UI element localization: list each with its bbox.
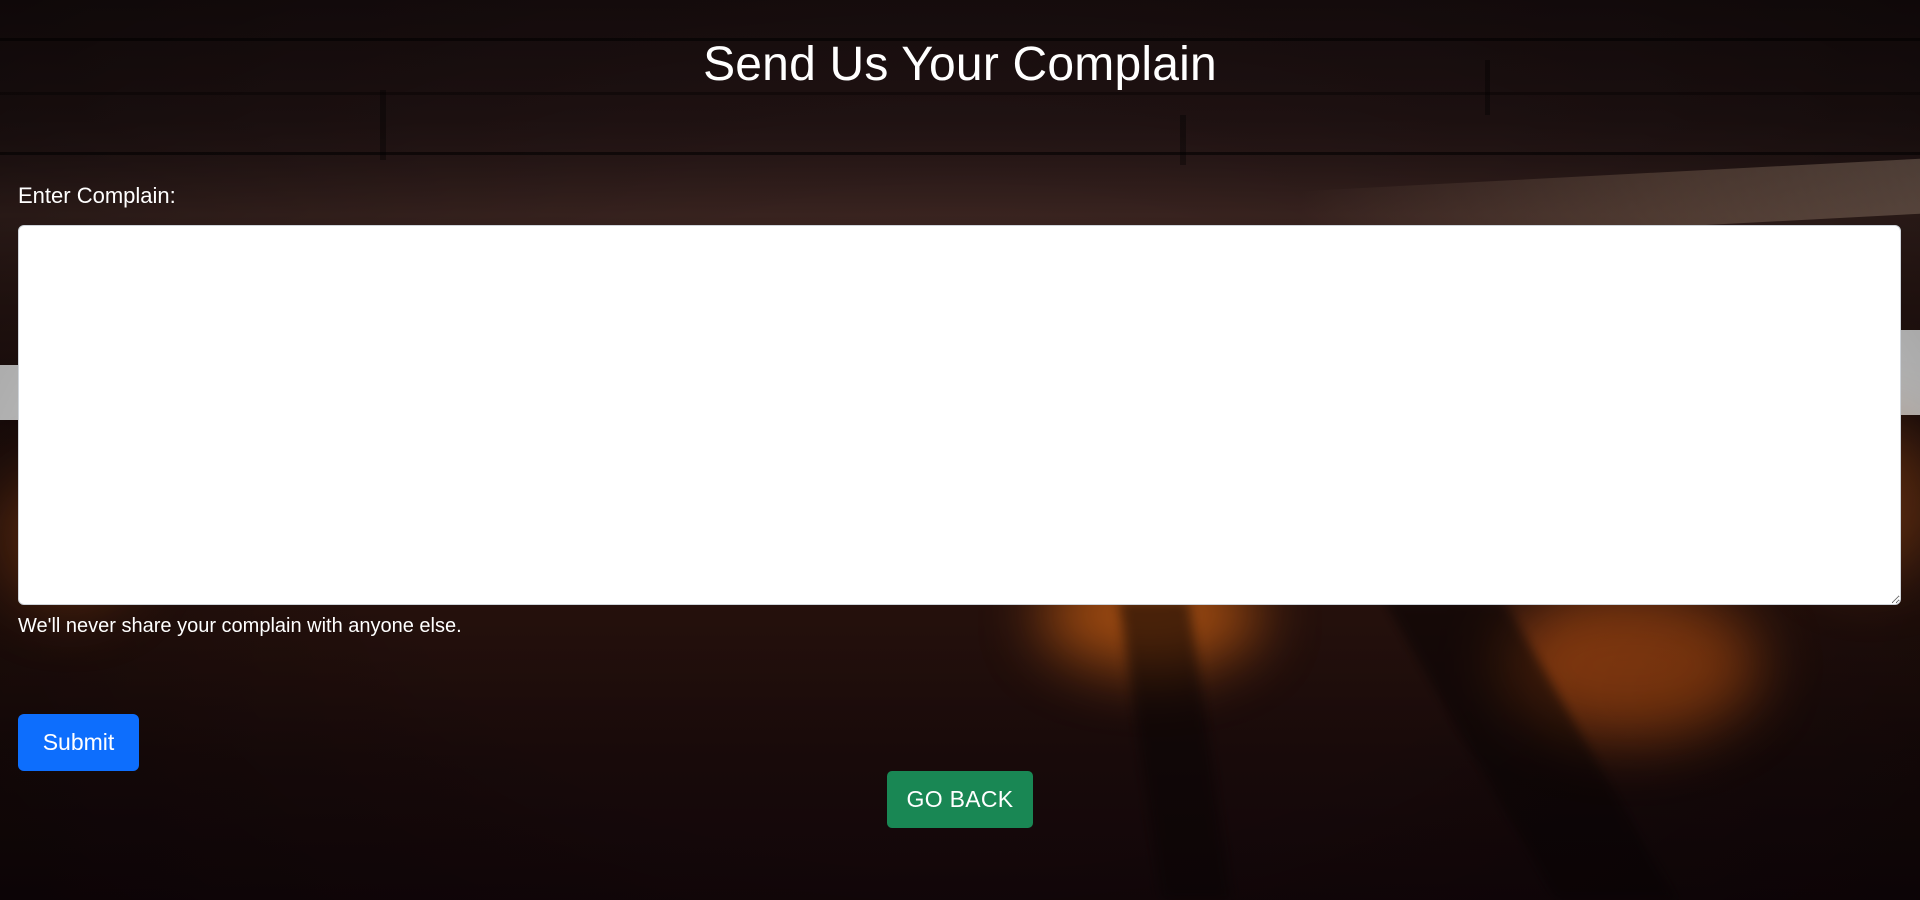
go-back-button[interactable]: GO BACK (887, 771, 1033, 828)
privacy-help-text: We'll never share your complain with any… (18, 615, 462, 637)
submit-button[interactable]: Submit (18, 714, 139, 771)
complain-label: Enter Complain: (18, 183, 176, 208)
page-title: Send Us Your Complain (703, 38, 1217, 91)
complain-textarea[interactable] (18, 225, 1901, 605)
